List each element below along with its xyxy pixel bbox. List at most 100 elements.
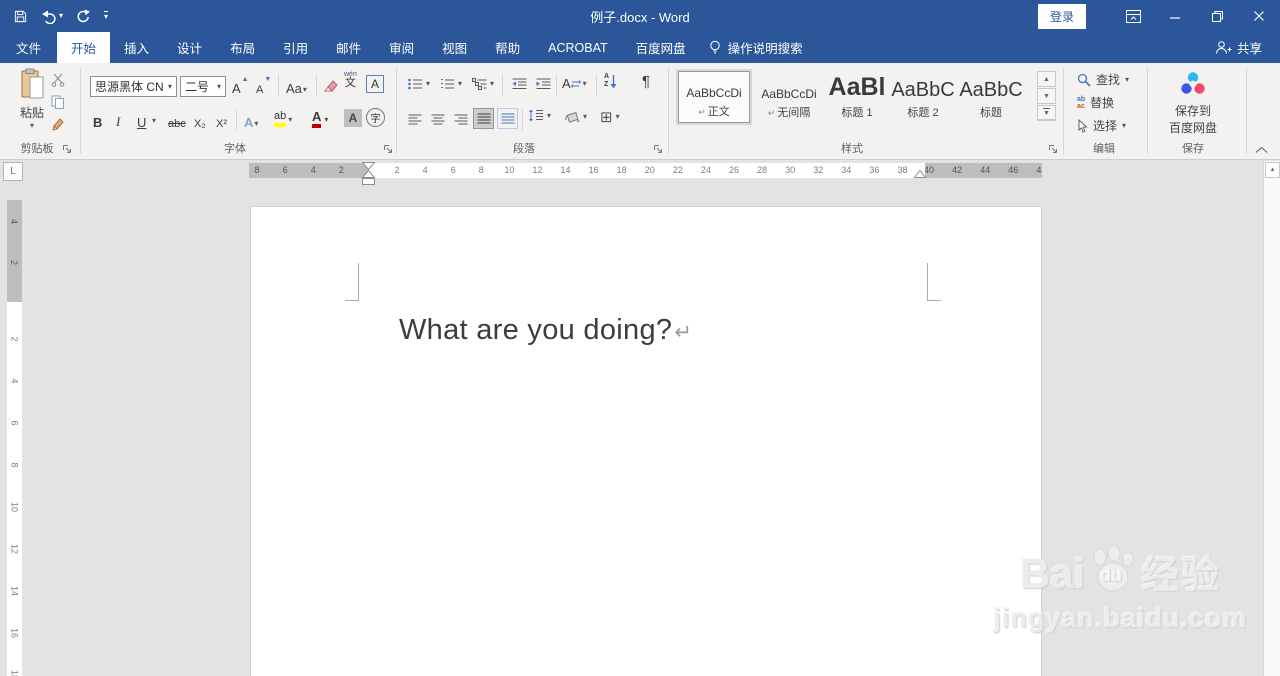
font-name-combo[interactable]: 思源黑体 CN ▾ xyxy=(90,76,177,97)
select-button[interactable]: 选择 ▾ xyxy=(1077,117,1126,134)
close-button[interactable] xyxy=(1238,0,1280,32)
ribbon-display-options-button[interactable] xyxy=(1112,0,1154,32)
right-indent-marker[interactable] xyxy=(914,170,926,178)
bullets-caret-icon[interactable]: ▾ xyxy=(426,80,430,88)
tab-help[interactable]: 帮助 xyxy=(481,32,534,63)
tell-me-search[interactable]: 操作说明搜索 xyxy=(708,32,803,63)
line-spacing-button[interactable]: ▾ xyxy=(528,109,551,122)
font-color-button[interactable]: A ▾ xyxy=(312,109,328,128)
tab-home[interactable]: 开始 xyxy=(57,32,111,63)
styles-dialog-launcher[interactable] xyxy=(1048,144,1058,154)
styles-gallery-up-button[interactable]: ▲ xyxy=(1037,71,1056,87)
clear-formatting-button[interactable] xyxy=(320,76,342,96)
tab-mailings[interactable]: 邮件 xyxy=(322,32,375,63)
undo-button[interactable]: ▾ xyxy=(41,9,63,24)
save-to-baidu-button[interactable]: 保存到 百度网盘 xyxy=(1150,69,1236,136)
style-heading2[interactable]: AaBbC 标题 2 xyxy=(891,71,955,123)
clipboard-dialog-launcher[interactable] xyxy=(62,144,72,154)
styles-gallery-more-button[interactable]: ▼ xyxy=(1037,105,1056,121)
style-no-spacing[interactable]: AaBbCcDi ↵ 无间隔 xyxy=(757,71,821,123)
replace-label: 替换 xyxy=(1090,96,1115,110)
grow-font-button[interactable]: A ▲ xyxy=(232,76,249,96)
replace-button[interactable]: ab ac 替换 xyxy=(1077,94,1114,111)
scroll-up-button[interactable]: ▲ xyxy=(1265,162,1280,178)
highlight-button[interactable]: ab ▾ xyxy=(274,110,292,127)
change-case-button[interactable]: Aa ▾ xyxy=(286,76,307,96)
tab-baidu-netdisk[interactable]: 百度网盘 xyxy=(622,32,700,63)
tab-design[interactable]: 设计 xyxy=(163,32,216,63)
shading-button[interactable]: ▾ xyxy=(564,109,587,124)
redo-button[interactable] xyxy=(76,9,91,24)
style-normal-preview: AaBbCcDi xyxy=(686,87,742,99)
customize-qat-button[interactable]: ▾ xyxy=(104,11,109,21)
tab-view[interactable]: 视图 xyxy=(428,32,481,63)
align-center-button[interactable] xyxy=(427,109,449,129)
first-line-indent-marker[interactable] xyxy=(362,162,375,170)
increase-indent-button[interactable] xyxy=(532,74,554,94)
numbering-caret-icon[interactable]: ▾ xyxy=(458,80,462,88)
bullets-button[interactable] xyxy=(404,74,426,94)
phonetic-guide-button[interactable]: wén 文 xyxy=(344,71,357,89)
subscript-button[interactable]: X₂ xyxy=(194,110,206,130)
find-button[interactable]: 查找 ▾ xyxy=(1077,71,1129,88)
tab-layout[interactable]: 布局 xyxy=(216,32,269,63)
bold-icon: B xyxy=(93,115,103,130)
vertical-ruler[interactable]: 42 2 4 6 8 10 12 14 16 18 xyxy=(7,200,22,676)
copy-button[interactable] xyxy=(48,92,68,111)
asian-layout-button[interactable]: A ▾ xyxy=(562,76,587,91)
customize-qat-icon: ▾ xyxy=(104,11,109,21)
clipboard-group-label: 剪贴板 xyxy=(20,143,54,155)
restore-button[interactable] xyxy=(1196,0,1238,32)
sign-in-button[interactable]: 登录 xyxy=(1037,3,1086,29)
character-border-button[interactable]: A xyxy=(366,75,384,93)
format-painter-button[interactable] xyxy=(48,114,68,133)
font-size-combo[interactable]: 二号 ▾ xyxy=(180,76,226,97)
tab-references[interactable]: 引用 xyxy=(269,32,322,63)
bold-button[interactable]: B xyxy=(93,110,102,130)
multilevel-caret-icon[interactable]: ▾ xyxy=(490,80,494,88)
document-text[interactable]: What are you doing?↵ xyxy=(399,314,692,347)
underline-caret-icon[interactable]: ▾ xyxy=(152,117,156,125)
collapse-ribbon-button[interactable] xyxy=(1255,146,1268,154)
document-page[interactable] xyxy=(250,206,1042,676)
editing-group-label: 编辑 xyxy=(1093,143,1115,155)
left-indent-marker[interactable] xyxy=(362,178,375,185)
styles-gallery-down-button[interactable]: ▼ xyxy=(1037,88,1056,104)
hanging-indent-marker[interactable] xyxy=(362,170,375,178)
superscript-button[interactable]: X² xyxy=(216,110,227,130)
font-dialog-launcher[interactable] xyxy=(383,144,393,154)
minimize-button[interactable] xyxy=(1154,0,1196,32)
tab-insert[interactable]: 插入 xyxy=(110,32,163,63)
multilevel-list-button[interactable] xyxy=(468,74,490,94)
style-title[interactable]: AaBbC 标题 xyxy=(958,71,1024,123)
vertical-scrollbar[interactable]: ▲ xyxy=(1263,161,1280,676)
shrink-font-button[interactable]: A ▼ xyxy=(256,76,271,96)
underline-button[interactable]: U xyxy=(137,110,146,130)
strikethrough-button[interactable]: abc xyxy=(168,110,186,130)
cut-button[interactable] xyxy=(48,70,68,89)
show-hide-marks-button[interactable]: ¶ xyxy=(642,73,650,90)
tab-acrobat[interactable]: ACROBAT xyxy=(534,32,622,63)
borders-button[interactable]: ⊞ ▾ xyxy=(600,108,620,126)
share-button[interactable]: 共享 xyxy=(1215,32,1280,63)
sort-button[interactable]: A Z xyxy=(604,73,617,89)
numbering-button[interactable] xyxy=(436,74,458,94)
distribute-button[interactable] xyxy=(497,108,518,129)
style-normal[interactable]: AaBbCcDi ↵ 正文 xyxy=(678,71,750,123)
tab-review[interactable]: 审阅 xyxy=(375,32,428,63)
undo-caret-icon[interactable]: ▾ xyxy=(59,12,63,20)
text-effects-button[interactable]: A ▾ xyxy=(244,110,258,130)
enclose-characters-button[interactable]: 字 xyxy=(366,108,385,127)
paragraph-dialog-launcher[interactable] xyxy=(653,144,663,154)
style-heading1[interactable]: AaBl 标题 1 xyxy=(828,71,886,123)
justify-button[interactable] xyxy=(473,108,494,129)
watermark-jingyan: 经验 xyxy=(1141,555,1222,597)
align-left-button[interactable] xyxy=(404,109,426,129)
align-right-button[interactable] xyxy=(450,109,472,129)
character-shading-button[interactable]: A xyxy=(344,109,362,127)
decrease-indent-button[interactable] xyxy=(508,74,530,94)
save-button[interactable] xyxy=(13,9,28,24)
tab-file[interactable]: 文件 xyxy=(0,32,57,63)
tab-selector[interactable]: L xyxy=(3,162,23,181)
italic-button[interactable]: I xyxy=(116,110,120,130)
